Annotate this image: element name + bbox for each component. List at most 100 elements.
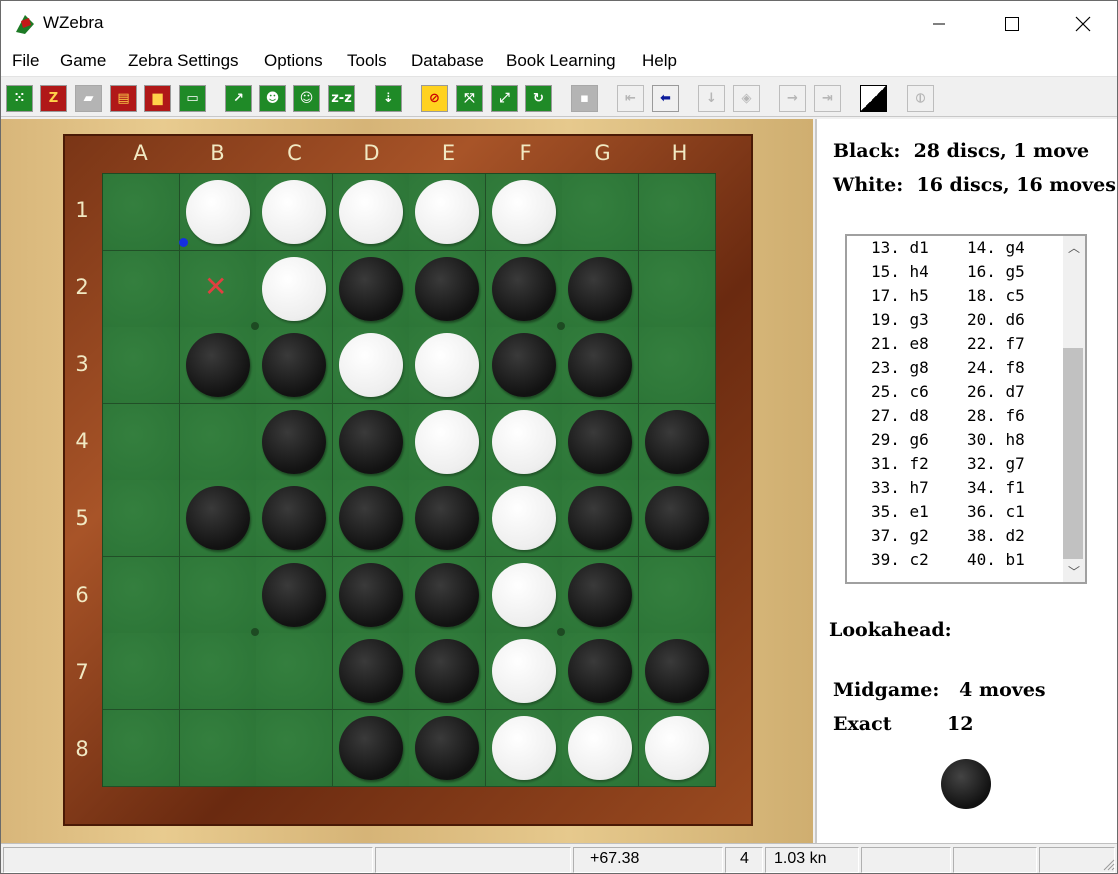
- board-cell-e2[interactable]: [409, 250, 486, 328]
- board-cell-a5[interactable]: [103, 480, 180, 557]
- board-cell-a7[interactable]: [103, 633, 180, 710]
- board-cell-d7[interactable]: [332, 633, 410, 710]
- person-think-icon[interactable]: ☺: [293, 85, 320, 112]
- board-cell-a4[interactable]: [103, 403, 180, 481]
- move-entry[interactable]: 28. f6: [967, 406, 1025, 430]
- board-cell-c1[interactable]: [256, 174, 333, 251]
- move-entry[interactable]: 16. g5: [967, 262, 1025, 286]
- first-move-icon[interactable]: ⇤: [617, 85, 644, 112]
- board-cell-d2[interactable]: [332, 250, 410, 328]
- close-button[interactable]: [1047, 1, 1117, 47]
- maximize-button[interactable]: [976, 1, 1048, 47]
- board-cell-d3[interactable]: [332, 327, 410, 404]
- board-cell-h3[interactable]: [638, 327, 716, 404]
- board-cell-a8[interactable]: [103, 709, 180, 787]
- board-cell-a3[interactable]: [103, 327, 180, 404]
- board-cell-e5[interactable]: [409, 480, 486, 557]
- board-cell-a1[interactable]: [103, 174, 180, 251]
- board-cell-f6[interactable]: [485, 556, 563, 634]
- down-icon[interactable]: ↓: [698, 85, 725, 112]
- board-cell-d8[interactable]: [332, 709, 410, 787]
- board-cell-e1[interactable]: [409, 174, 486, 251]
- move-entry[interactable]: 30. h8: [967, 430, 1025, 454]
- board-cell-h8[interactable]: [638, 709, 716, 787]
- book-icon[interactable]: ▤: [110, 85, 137, 112]
- move-entry[interactable]: 19. g3: [871, 310, 929, 334]
- board-cell-h5[interactable]: [638, 480, 716, 557]
- board-cell-g8[interactable]: [562, 709, 639, 787]
- scrollbar-thumb[interactable]: [1063, 348, 1083, 559]
- board-cell-f4[interactable]: [485, 403, 563, 481]
- board-cell-f1[interactable]: [485, 174, 563, 251]
- othello-board[interactable]: [102, 173, 716, 787]
- menu-tools[interactable]: Tools: [347, 51, 387, 71]
- menu-database[interactable]: Database: [411, 51, 484, 71]
- move-entry[interactable]: 21. e8: [871, 334, 929, 358]
- board-cell-h7[interactable]: [638, 633, 716, 710]
- board-cell-c4[interactable]: [256, 403, 333, 481]
- board-cell-g4[interactable]: [562, 403, 639, 481]
- board-cell-b4[interactable]: [179, 403, 257, 481]
- board-cell-g7[interactable]: [562, 633, 639, 710]
- move-entry[interactable]: 29. g6: [871, 430, 929, 454]
- hint-icon[interactable]: ◈: [733, 85, 760, 112]
- move-entry[interactable]: 37. g2: [871, 526, 929, 550]
- zebra-book-icon[interactable]: Z: [40, 85, 67, 112]
- move-entry[interactable]: 27. d8: [871, 406, 929, 430]
- flip-icon[interactable]: ⤧: [456, 85, 483, 112]
- board-cell-f7[interactable]: [485, 633, 563, 710]
- menu-help[interactable]: Help: [642, 51, 677, 71]
- board-cell-g5[interactable]: [562, 480, 639, 557]
- board-cell-a6[interactable]: [103, 556, 180, 634]
- board-cell-a2[interactable]: [103, 250, 180, 328]
- board-cell-c5[interactable]: [256, 480, 333, 557]
- board-cell-f3[interactable]: [485, 327, 563, 404]
- board-cell-h1[interactable]: [638, 174, 716, 251]
- erase-icon[interactable]: ▰: [75, 85, 102, 112]
- board-cell-c7[interactable]: [256, 633, 333, 710]
- board-cell-h6[interactable]: [638, 556, 716, 634]
- move-entry[interactable]: 33. h7: [871, 478, 929, 502]
- move-entry[interactable]: 26. d7: [967, 382, 1025, 406]
- move-entry[interactable]: 22. f7: [967, 334, 1025, 358]
- move-entry[interactable]: 24. f8: [967, 358, 1025, 382]
- board-cell-g6[interactable]: [562, 556, 639, 634]
- save-icon[interactable]: ▆: [144, 85, 171, 112]
- board-cell-d5[interactable]: [332, 480, 410, 557]
- board-cell-e8[interactable]: [409, 709, 486, 787]
- board-cell-e4[interactable]: [409, 403, 486, 481]
- swap-colors-icon[interactable]: [860, 85, 887, 112]
- move-entry[interactable]: 32. g7: [967, 454, 1025, 478]
- rotate-icon[interactable]: ⤢: [491, 85, 518, 112]
- board-cell-g3[interactable]: [562, 327, 639, 404]
- menu-book-learning[interactable]: Book Learning: [506, 51, 616, 71]
- move-entry[interactable]: 17. h5: [871, 286, 929, 310]
- no-icon[interactable]: ⊘: [421, 85, 448, 112]
- forward-icon[interactable]: →: [779, 85, 806, 112]
- board-cell-h4[interactable]: [638, 403, 716, 481]
- move-entry[interactable]: 31. f2: [871, 454, 929, 478]
- blank-icon[interactable]: ▪: [571, 85, 598, 112]
- board-cell-d1[interactable]: [332, 174, 410, 251]
- move-entry[interactable]: 15. h4: [871, 262, 929, 286]
- board-cell-f8[interactable]: [485, 709, 563, 787]
- menu-options[interactable]: Options: [264, 51, 323, 71]
- board-cell-h2[interactable]: [638, 250, 716, 328]
- new-game-icon[interactable]: ⁙: [6, 85, 33, 112]
- move-entry[interactable]: 14. g4: [967, 238, 1025, 262]
- move-entry[interactable]: 38. d2: [967, 526, 1025, 550]
- board-cell-b6[interactable]: [179, 556, 257, 634]
- minimize-button[interactable]: [903, 1, 975, 47]
- menu-file[interactable]: File: [12, 51, 39, 71]
- board-cell-e7[interactable]: [409, 633, 486, 710]
- move-entry[interactable]: 35. e1: [871, 502, 929, 526]
- move-entry[interactable]: 13. d1: [871, 238, 929, 262]
- board-cell-b1[interactable]: [179, 174, 257, 251]
- move-icon[interactable]: ↗: [225, 85, 252, 112]
- refresh-icon[interactable]: ↻: [525, 85, 552, 112]
- move-entry[interactable]: 40. b1: [967, 550, 1025, 574]
- scroll-up-icon[interactable]: ︿: [1063, 236, 1085, 258]
- move-list[interactable]: 13. d1 14. g4 15. h4 16. g5 17. h5 18. c5 19. …: [845, 234, 1087, 584]
- board-cell-d6[interactable]: [332, 556, 410, 634]
- board-cell-b5[interactable]: [179, 480, 257, 557]
